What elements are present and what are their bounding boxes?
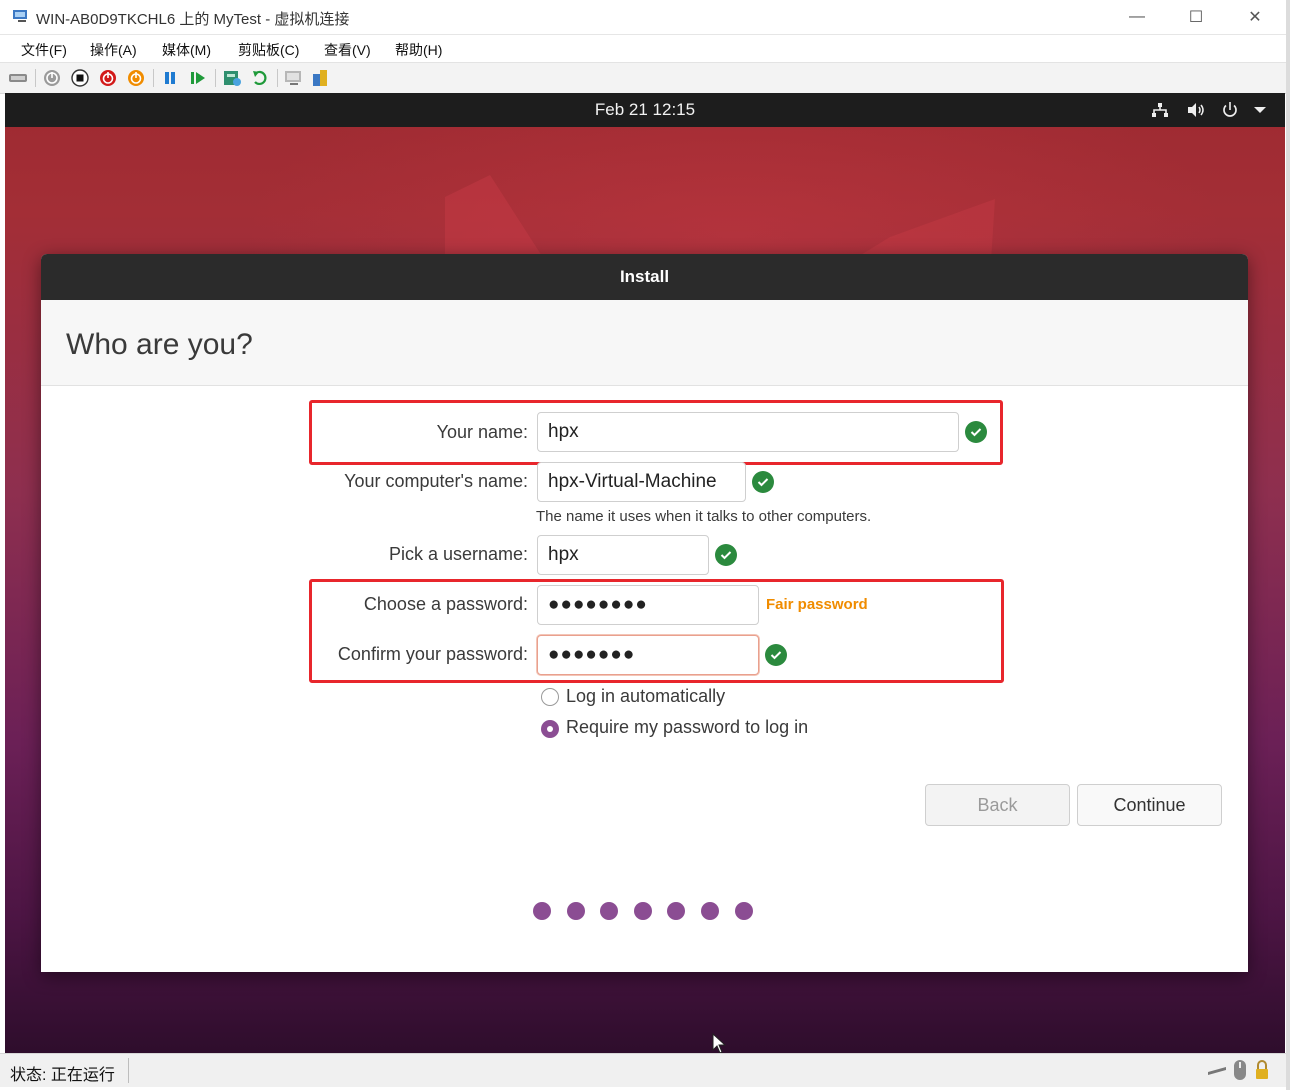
network-icon[interactable] (1149, 99, 1171, 121)
progress-dots (533, 902, 753, 920)
require-password-radio[interactable] (541, 720, 559, 738)
shut-down-icon[interactable] (98, 68, 118, 88)
maximize-button[interactable]: ☐ (1173, 0, 1219, 34)
confirm-password-input[interactable]: ●●●●●●● (537, 635, 759, 675)
computer-name-input[interactable]: hpx-Virtual-Machine (537, 462, 746, 502)
continue-button[interactable]: Continue (1077, 784, 1222, 826)
menu-media[interactable]: 媒体(M) (162, 40, 211, 60)
confirm-password-label: Confirm your password: (337, 644, 528, 664)
heading-area: Who are you? (41, 300, 1248, 386)
menu-view[interactable]: 查看(V) (324, 40, 371, 60)
progress-dot (700, 902, 719, 920)
computer-name-hint: The name it uses when it talks to other … (536, 508, 872, 525)
save-icon[interactable] (126, 68, 146, 88)
menu-help[interactable]: 帮助(H) (395, 40, 442, 60)
power-icon[interactable] (1219, 99, 1241, 121)
keyboard-icon (1208, 1067, 1226, 1075)
menu-file[interactable]: 文件(F) (21, 40, 67, 60)
toolbar-separator (35, 69, 36, 87)
clock[interactable]: Feb 21 12:15 (5, 100, 1285, 120)
password-label: Choose a password: (363, 594, 528, 614)
ctrl-alt-del-icon[interactable] (8, 68, 28, 88)
require-password-label[interactable]: Require my password to log in (566, 717, 808, 738)
progress-dot (600, 902, 619, 920)
window-titlebar: WIN-AB0D9TKCHL6 上的 MyTest - 虚拟机连接 — ☐ ✕ (0, 0, 1286, 35)
vm-status: 状态: 正在运行 (10, 1067, 115, 1084)
back-button[interactable]: Back (925, 784, 1070, 826)
radio-selected-dot (547, 726, 553, 732)
window-title: WIN-AB0D9TKCHL6 上的 MyTest - 虚拟机连接 (36, 11, 350, 28)
mouse-cursor-icon (712, 1033, 727, 1053)
checkpoint-icon[interactable] (222, 68, 242, 88)
menu-arrow-icon[interactable] (1249, 99, 1271, 121)
statusbar: 状态: 正在运行 (0, 1053, 1286, 1087)
vm-connection-icon (13, 10, 27, 22)
menubar: 文件(F) 操作(A) 媒体(M) 剪贴板(C) 查看(V) 帮助(H) (0, 36, 1286, 62)
revert-icon[interactable] (250, 68, 270, 88)
check-icon (752, 471, 774, 493)
installer-title: Install (41, 254, 1248, 300)
progress-dot (566, 902, 585, 920)
toolbar-separator (215, 69, 216, 87)
auto-login-radio[interactable] (541, 688, 559, 706)
auto-login-label[interactable]: Log in automatically (566, 686, 725, 707)
progress-dot (633, 902, 652, 920)
username-input[interactable]: hpx (537, 535, 709, 575)
check-icon (715, 544, 737, 566)
progress-dot (667, 902, 686, 920)
close-button[interactable]: ✕ (1232, 0, 1278, 34)
your-name-label: Your name: (436, 422, 528, 442)
installer-window: Install Who are you? Your name: hpx Your… (41, 254, 1248, 972)
enhanced-session-icon[interactable] (284, 68, 304, 88)
password-strength: Fair password (766, 596, 868, 613)
volume-icon[interactable] (1185, 99, 1207, 121)
minimize-button[interactable]: — (1114, 0, 1160, 34)
your-name-input[interactable]: hpx (537, 412, 959, 452)
zoom-icon[interactable] (310, 68, 330, 88)
computer-name-label: Your computer's name: (344, 471, 528, 491)
username-label: Pick a username: (388, 544, 528, 564)
progress-dot (533, 902, 551, 920)
pause-icon[interactable] (160, 68, 180, 88)
lock-icon (1256, 1060, 1268, 1079)
toolbar-separator (277, 69, 278, 87)
check-icon (965, 421, 987, 443)
right-edge-strip (1286, 0, 1290, 1090)
check-icon (765, 644, 787, 666)
mouse-icon (1234, 1060, 1246, 1080)
turn-off-icon[interactable] (70, 68, 90, 88)
page-title: Who are you? (66, 328, 253, 361)
menu-action[interactable]: 操作(A) (90, 40, 137, 60)
toolbar (0, 62, 1286, 94)
menu-clipboard[interactable]: 剪贴板(C) (238, 40, 299, 60)
resume-icon[interactable] (188, 68, 208, 88)
progress-dot (734, 902, 753, 920)
gnome-top-bar: Feb 21 12:15 (5, 93, 1285, 127)
vm-screen[interactable]: Feb 21 12:15 Install Who are you? Your n… (5, 93, 1285, 1053)
statusbar-separator (128, 1058, 129, 1083)
start-icon[interactable] (42, 68, 62, 88)
password-input[interactable]: ●●●●●●●● (537, 585, 759, 625)
toolbar-separator (153, 69, 154, 87)
